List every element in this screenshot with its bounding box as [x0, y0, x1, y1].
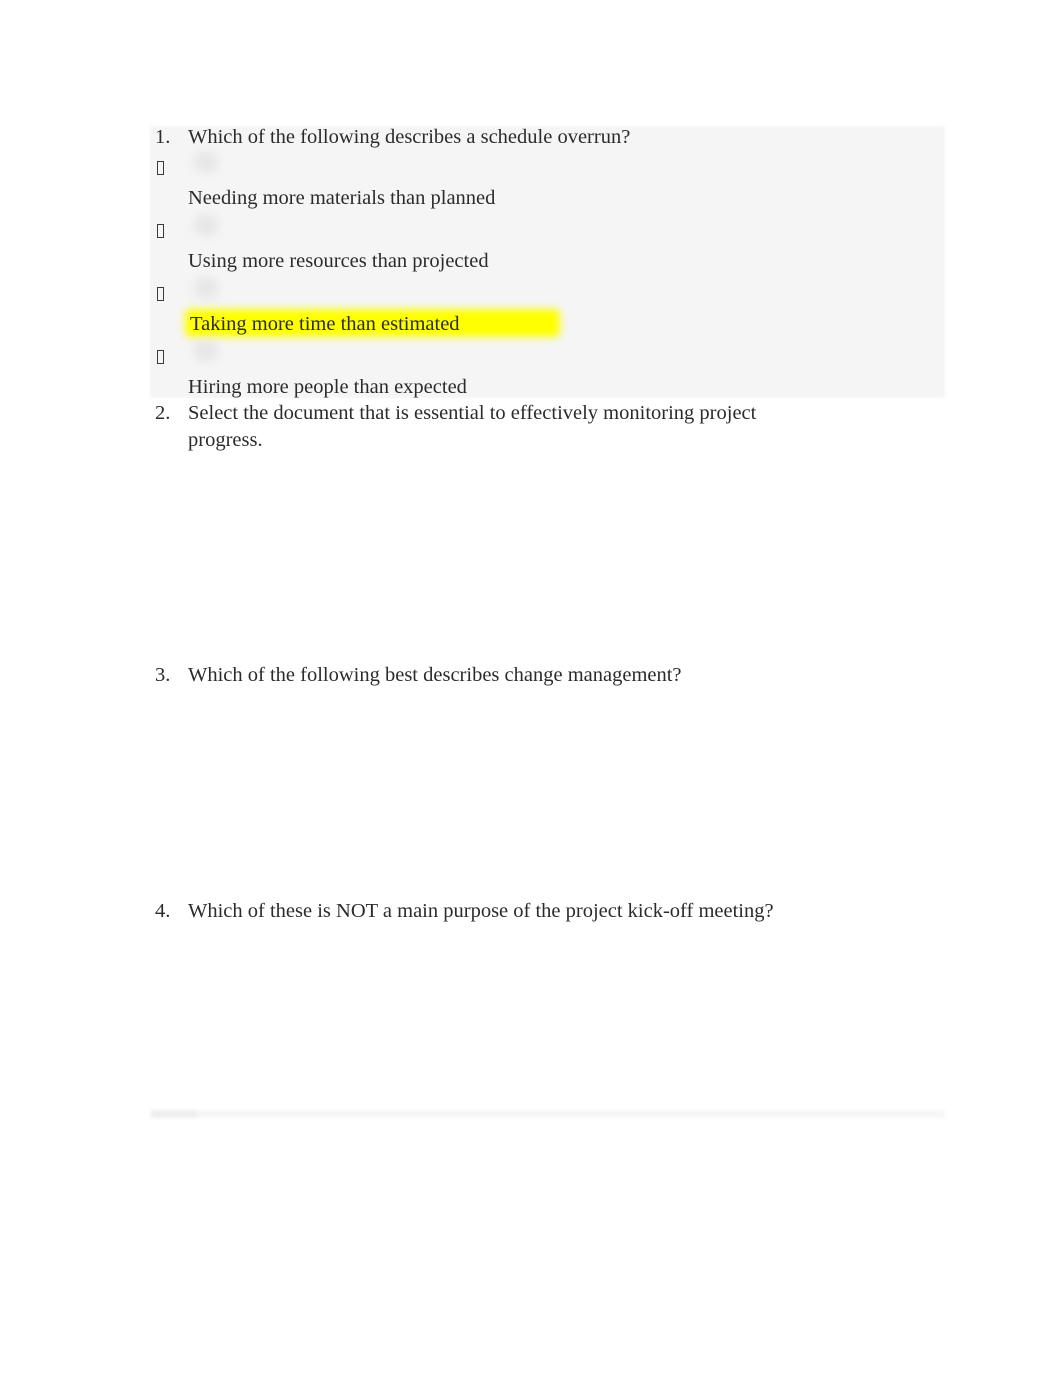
question-item-3: 3. Which of the following best describes… — [155, 662, 682, 689]
option-label-1-2: Using more resources than projected — [188, 250, 489, 272]
question-number-3: 3. — [155, 664, 171, 686]
question-item-4: 4. Which of these is NOT a main purpose … — [155, 898, 774, 925]
option-label-1-4: Hiring more people than expected — [188, 376, 467, 398]
option-label-1-3: Taking more time than estimated — [190, 313, 460, 335]
checkbox-icon[interactable] — [157, 281, 164, 305]
question-text-3: Which of the following best describes ch… — [188, 664, 682, 686]
document-page: 1. Which of the following describes a sc… — [0, 0, 1062, 1377]
question-text-4: Which of these is NOT a main purpose of … — [188, 900, 774, 922]
smudge-artifact — [193, 277, 219, 299]
checkbox-icon[interactable] — [157, 155, 164, 179]
option-item-1-3[interactable]: Taking more time than estimated — [155, 277, 955, 344]
page-footer-divider — [150, 1110, 945, 1118]
option-label-1-1: Needing more materials than planned — [188, 187, 496, 209]
question-number-2: 2. — [155, 402, 171, 424]
smudge-artifact — [193, 340, 219, 362]
page-footer-divider-accent — [152, 1111, 196, 1117]
option-item-1-2[interactable]: Using more resources than projected — [155, 214, 955, 281]
question-text-2: Select the document that is essential to… — [188, 402, 757, 451]
smudge-artifact — [193, 151, 219, 173]
checkbox-icon[interactable] — [157, 218, 164, 242]
checkbox-icon[interactable] — [157, 344, 164, 368]
question-number-4: 4. — [155, 900, 171, 922]
smudge-artifact — [193, 214, 219, 236]
question-text-1: Which of the following describes a sched… — [188, 126, 631, 148]
option-item-1-4[interactable]: Hiring more people than expected — [155, 340, 955, 407]
question-item-2: 2. Select the document that is essential… — [155, 400, 818, 454]
question-item-1: 1. Which of the following describes a sc… — [155, 124, 630, 151]
question-1-options: Needing more materials than planned Usin… — [155, 151, 955, 407]
option-item-1-1[interactable]: Needing more materials than planned — [155, 151, 955, 218]
question-number-1: 1. — [155, 126, 171, 148]
